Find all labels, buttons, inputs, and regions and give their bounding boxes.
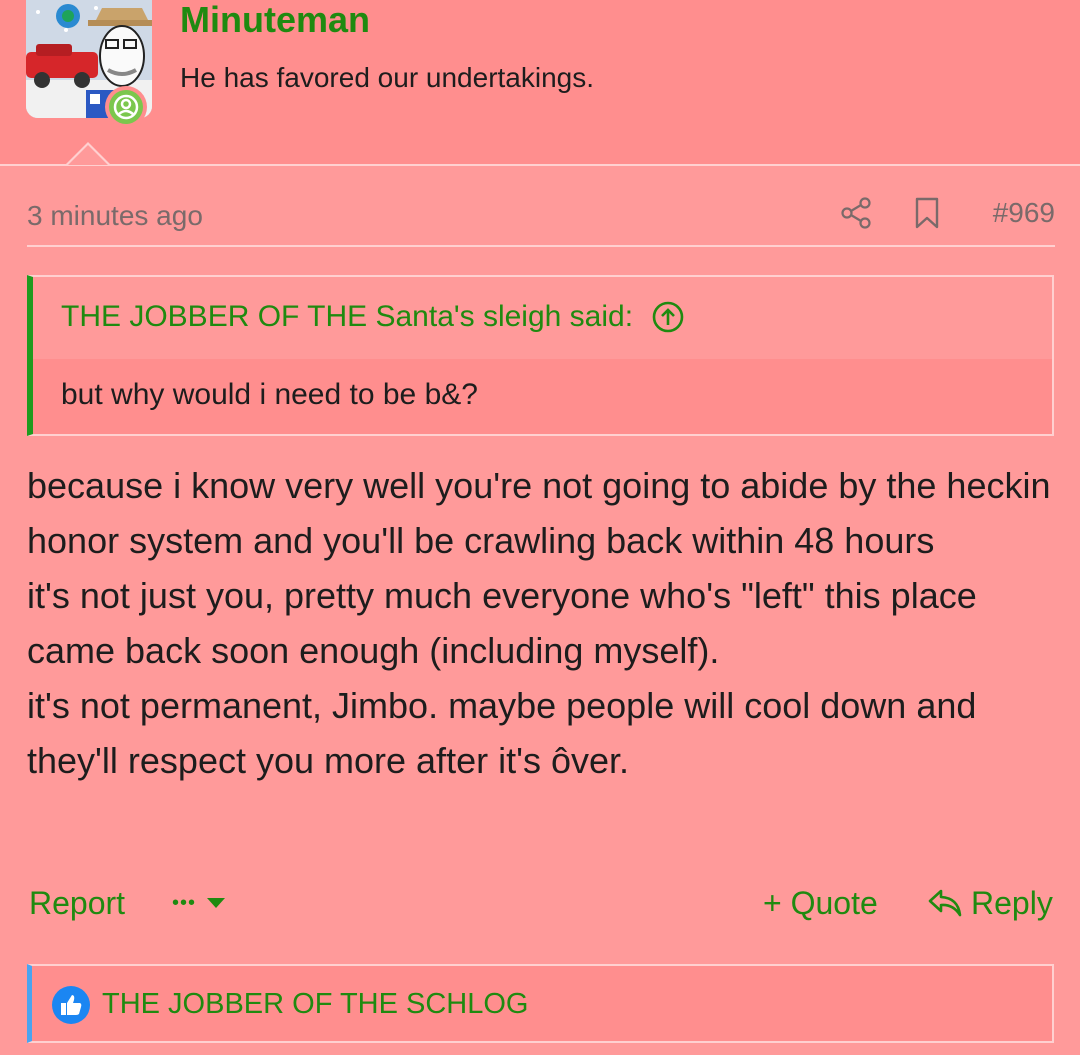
post-number[interactable]: #969 (993, 196, 1055, 230)
bookmark-icon[interactable] (912, 196, 942, 230)
quote-block: THE JOBBER OF THE Santa's sleigh said: b… (27, 275, 1054, 436)
message-line: because i know very well you're not goin… (27, 465, 1051, 561)
arrow-up-circle-icon[interactable] (651, 300, 685, 334)
header-notch-fill (68, 145, 108, 165)
reply-label: Reply (971, 885, 1053, 921)
message-line: it's not permanent, Jimbo. maybe people … (27, 685, 977, 781)
more-options-button[interactable]: ••• (172, 880, 226, 926)
online-status-badge (105, 86, 147, 128)
quote-body: but why would i need to be b&? (33, 359, 1052, 434)
post-meta-row: 3 minutes ago #969 (27, 196, 1055, 236)
post-author-header: Minuteman He has favored our undertaking… (0, 0, 1080, 166)
quote-button[interactable]: + Quote (763, 880, 878, 926)
reactions-bar[interactable]: THE JOBBER OF THE SCHLOG (27, 964, 1054, 1043)
more-dots: ••• (172, 892, 197, 914)
quote-header: THE JOBBER OF THE Santa's sleigh said: (33, 277, 1052, 359)
quote-author-link[interactable]: THE JOBBER OF THE Santa's sleigh said: (61, 297, 685, 337)
reaction-users[interactable]: THE JOBBER OF THE SCHLOG (102, 984, 528, 1024)
caret-down-icon (207, 898, 226, 908)
user-icon (113, 94, 139, 120)
post-actions: Report ••• + Quote Reply (27, 880, 1055, 926)
quote-text: but why would i need to be b&? (61, 378, 478, 411)
post-timestamp[interactable]: 3 minutes ago (27, 196, 203, 236)
username[interactable]: Minuteman (180, 0, 370, 40)
thumbs-up-icon (52, 986, 90, 1024)
user-title: He has favored our undertakings. (180, 62, 595, 93)
reply-button[interactable]: Reply (927, 880, 1053, 926)
quote-author-label: THE JOBBER OF THE Santa's sleigh said: (61, 300, 634, 333)
share-icon[interactable] (839, 196, 873, 230)
report-button[interactable]: Report (29, 880, 125, 926)
message-line: it's not just you, pretty much everyone … (27, 575, 977, 671)
post-message: because i know very well you're not goin… (27, 458, 1057, 788)
reply-icon (928, 889, 962, 917)
meta-divider (27, 245, 1055, 247)
